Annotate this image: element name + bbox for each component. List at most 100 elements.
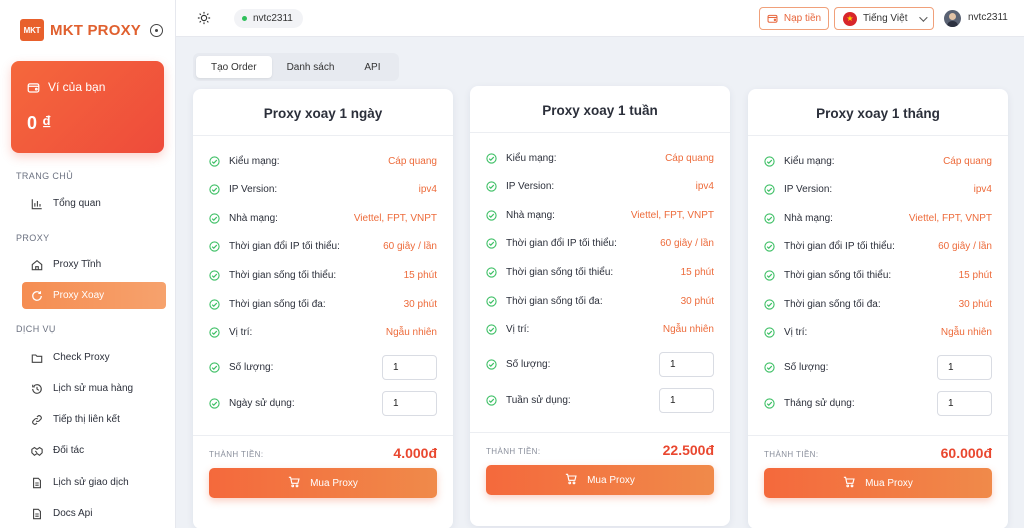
sidebar-item-label: Tổng quan [53, 198, 101, 209]
buy-proxy-label: Mua Proxy [587, 474, 635, 486]
total-label: THÀNH TIỀN: [209, 450, 264, 459]
duration-input[interactable]: 1 [937, 390, 992, 416]
duration-input[interactable]: 1 [659, 387, 714, 413]
plan-title: Proxy xoay 1 tháng [816, 106, 940, 121]
home-icon [31, 259, 43, 271]
language-select[interactable]: ★ Tiếng Việt [834, 7, 934, 30]
document-icon [31, 477, 43, 489]
check-circle-icon [764, 213, 775, 224]
sidebar-item-purchase-history[interactable]: Lịch sử mua hàng [22, 375, 166, 402]
sidebar-item-overview[interactable]: Tổng quan [22, 190, 166, 217]
card-divider [193, 435, 453, 436]
duration-row: Tháng sử dụng: 1 [764, 390, 992, 416]
sidebar-item-check-proxy[interactable]: Check Proxy [22, 344, 166, 371]
plan-card: Proxy xoay 1 ngày Kiểu mạng: Cáp quang I… [193, 89, 453, 528]
spec-value: 60 giây / lần [938, 241, 992, 253]
sidebar-item-partners[interactable]: Đối tác [22, 437, 166, 464]
sidebar-item-label: Lịch sử giao dịch [53, 477, 129, 488]
username-label: nvtc2311 [253, 13, 293, 24]
duration-input[interactable]: 1 [382, 390, 437, 416]
quantity-input[interactable]: 1 [382, 354, 437, 380]
sidebar-item-transaction-history[interactable]: Lịch sử giao dịch [22, 469, 166, 496]
sidebar-item-docs-api[interactable]: Docs Api [22, 500, 166, 527]
plan-card: Proxy xoay 1 tuần Kiểu mạng: Cáp quang I… [470, 86, 730, 526]
logo-mark: MKT [20, 19, 44, 41]
spec-row: IP Version: ipv4 [486, 179, 714, 195]
spec-row: Thời gian đổi IP tối thiểu: 60 giây / lầ… [209, 239, 437, 255]
spec-value: 60 giây / lần [660, 238, 714, 250]
check-circle-icon [486, 238, 497, 249]
spec-row: IP Version: ipv4 [764, 182, 992, 198]
wallet-balance: 0 ₫ [27, 113, 52, 133]
avatar[interactable] [944, 10, 961, 27]
tab-list[interactable]: Danh sách [272, 56, 350, 78]
chart-icon [31, 198, 43, 210]
sidebar-item-label: Docs Api [53, 508, 93, 519]
check-circle-icon [764, 361, 775, 373]
logo[interactable]: MKT MKT PROXY [20, 19, 141, 41]
duration-label: Tháng sử dụng: [784, 397, 855, 409]
spec-value: 30 phút [958, 298, 992, 310]
wallet-card: Ví của bạn 0 ₫ [11, 61, 164, 153]
spec-label: Vị trí: [784, 327, 808, 339]
check-circle-icon [209, 327, 220, 338]
check-circle-icon [209, 361, 220, 373]
sidebar-item-rotating-proxy[interactable]: Proxy Xoay [22, 282, 166, 309]
check-circle-icon [764, 184, 775, 195]
spec-value: Cáp quang [665, 152, 714, 164]
tab-create-order[interactable]: Tạo Order [196, 56, 272, 78]
card-divider [470, 432, 730, 433]
spec-label: Thời gian sống tối đa: [229, 298, 326, 310]
total-price: 22.500đ [662, 442, 714, 458]
spec-label: IP Version: [506, 181, 555, 193]
spec-label: Thời gian sống tối thiểu: [784, 269, 892, 281]
total-price: 4.000đ [393, 445, 437, 461]
tab-api[interactable]: API [349, 56, 395, 78]
top-up-label: Nạp tiền [783, 13, 822, 24]
card-divider [193, 135, 453, 136]
check-circle-icon [486, 181, 497, 192]
wallet-icon [27, 82, 40, 93]
history-icon [31, 383, 43, 395]
spec-row: Kiểu mạng: Cáp quang [209, 153, 437, 169]
spec-row: Thời gian sống tối thiểu: 15 phút [486, 264, 714, 280]
sidebar-toggle-icon[interactable] [150, 24, 163, 37]
spec-row: Nhà mạng: Viettel, FPT, VNPT [764, 210, 992, 226]
quantity-input[interactable]: 1 [937, 354, 992, 380]
online-status-icon [242, 16, 247, 21]
buy-proxy-button[interactable]: Mua Proxy [764, 468, 992, 498]
buy-proxy-button[interactable]: Mua Proxy [209, 468, 437, 498]
duration-label: Ngày sử dụng: [229, 397, 295, 409]
spec-row: Nhà mạng: Viettel, FPT, VNPT [486, 207, 714, 223]
check-circle-icon [209, 155, 220, 167]
logo-text: MKT PROXY [50, 21, 141, 39]
spec-label: Thời gian đổi IP tối thiểu: [784, 241, 895, 253]
profile-name[interactable]: nvtc2311 [968, 12, 1008, 23]
spec-row: Thời gian sống tối thiểu: 15 phút [209, 267, 437, 283]
sidebar-item-label: Đối tác [53, 445, 85, 456]
quantity-input[interactable]: 1 [659, 351, 714, 377]
check-circle-icon [764, 241, 775, 252]
spec-row: IP Version: ipv4 [209, 182, 437, 198]
spec-label: IP Version: [229, 184, 278, 196]
cart-icon [565, 473, 577, 488]
spec-value: Viettel, FPT, VNPT [353, 212, 437, 224]
sun-icon[interactable] [197, 11, 211, 25]
spec-row: Thời gian sống tối đa: 30 phút [764, 296, 992, 312]
buy-proxy-label: Mua Proxy [310, 477, 358, 489]
quantity-label: Số lượng: [784, 361, 829, 373]
check-circle-icon [209, 298, 220, 310]
document-icon [31, 508, 43, 520]
check-circle-icon [486, 267, 497, 278]
top-up-button[interactable]: Nạp tiền [759, 7, 829, 30]
buy-proxy-button[interactable]: Mua Proxy [486, 465, 714, 495]
sidebar-item-affiliate[interactable]: Tiếp thị liên kết [22, 406, 166, 433]
sidebar-item-static-proxy[interactable]: Proxy Tĩnh [22, 251, 166, 278]
spec-value: ipv4 [418, 184, 437, 196]
spec-value: Ngẫu nhiên [662, 324, 714, 336]
check-circle-icon [209, 397, 220, 409]
vietnam-flag-icon: ★ [843, 11, 857, 26]
wallet-label: Ví của bạn [48, 80, 106, 94]
spec-value: 30 phút [403, 298, 437, 310]
spec-row: Vị trí: Ngẫu nhiên [764, 325, 992, 341]
